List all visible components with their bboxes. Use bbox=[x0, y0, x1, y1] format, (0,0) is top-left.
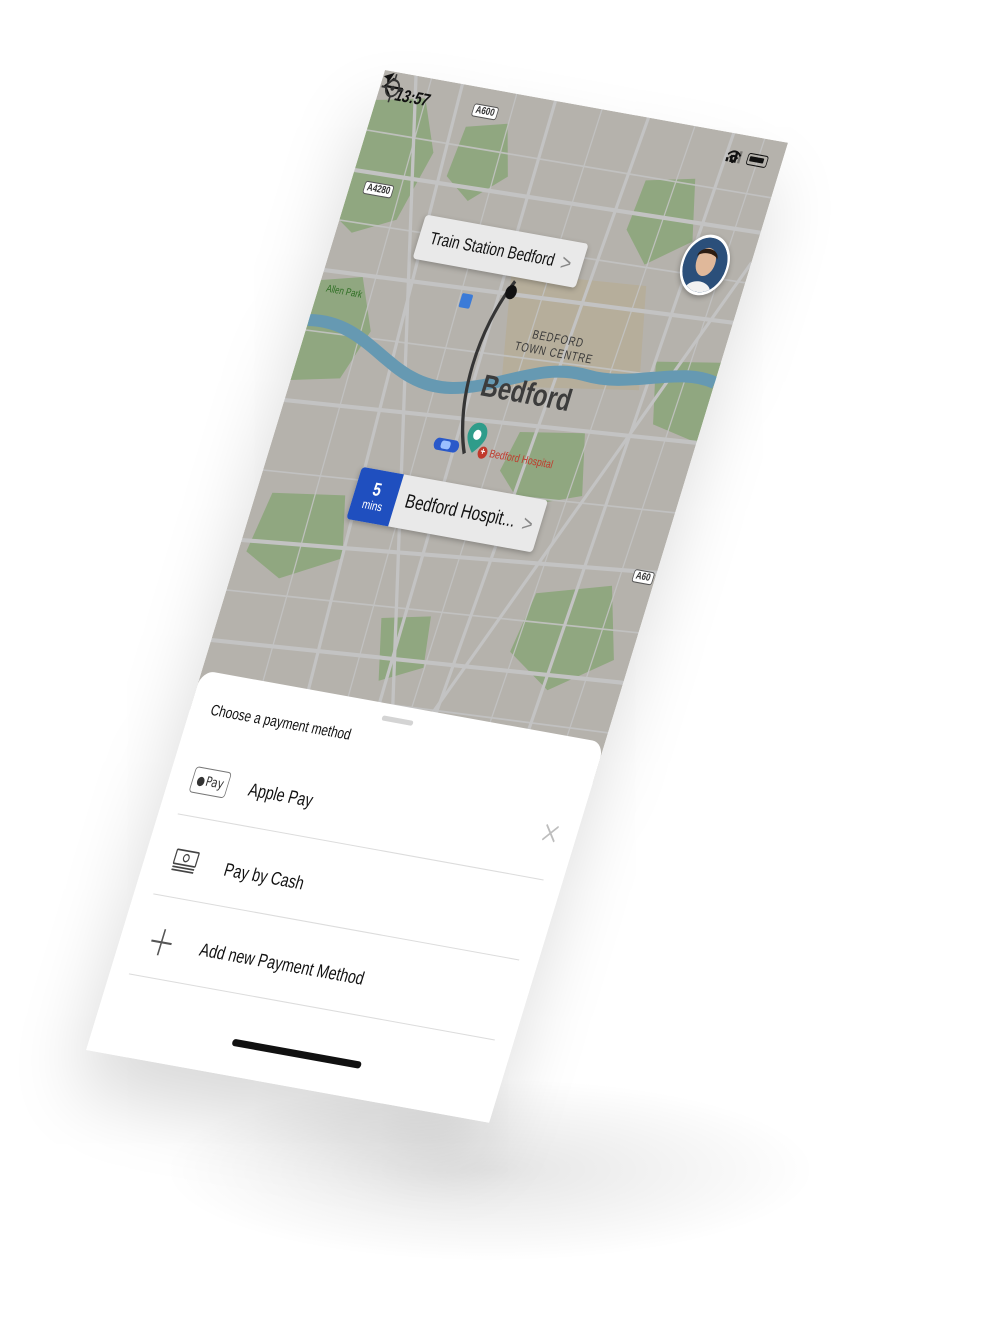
chevron-right-icon: > bbox=[518, 510, 537, 537]
chevron-right-icon: > bbox=[557, 249, 576, 276]
sheet-grabber[interactable] bbox=[381, 715, 414, 726]
banknote-icon bbox=[171, 848, 200, 874]
home-indicator[interactable] bbox=[231, 1038, 363, 1069]
status-icons bbox=[725, 149, 770, 169]
apple-pay-icon: ● Pay bbox=[182, 758, 238, 806]
destination-callout-label: Bedford Hospit... bbox=[402, 491, 519, 532]
pickup-callout-label: Train Station Bedford bbox=[427, 228, 558, 270]
apple-pay-badge: ● Pay bbox=[188, 766, 233, 799]
eta-unit: mins bbox=[360, 496, 385, 515]
payment-option-label: Pay by Cash bbox=[221, 858, 307, 894]
apple-pay-badge-text: Pay bbox=[203, 773, 226, 793]
plus-icon bbox=[134, 918, 190, 966]
phone-screen: A600 A4280 A60 Allen Park BEDFORD TOWN C… bbox=[86, 70, 789, 1123]
wifi-icon bbox=[727, 150, 742, 164]
eta-value: 5 bbox=[370, 478, 385, 501]
cash-icon bbox=[158, 838, 214, 886]
page: A600 A4280 A60 Allen Park BEDFORD TOWN C… bbox=[0, 0, 1000, 1336]
battery-icon bbox=[745, 152, 770, 169]
payment-option-label: Apple Pay bbox=[246, 778, 316, 811]
map-view[interactable]: A600 A4280 A60 Allen Park BEDFORD TOWN C… bbox=[189, 70, 789, 783]
payment-option-label: Add new Payment Method bbox=[197, 938, 368, 989]
payment-sheet: Choose a payment method ● Pay Apple Pay bbox=[86, 670, 606, 1123]
sheet-title: Choose a payment method bbox=[208, 701, 354, 744]
add-icon bbox=[151, 929, 172, 956]
